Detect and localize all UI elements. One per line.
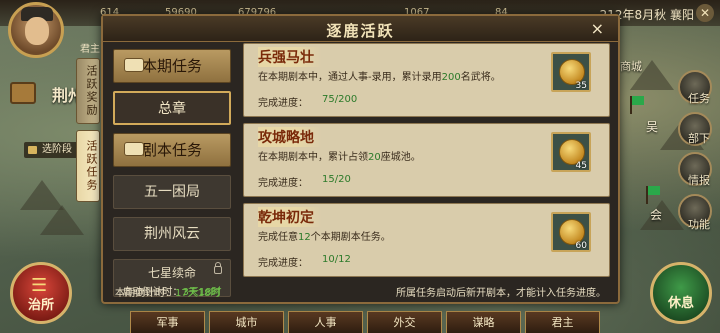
close-icon[interactable]: × — [591, 19, 604, 38]
menu-script-tasks[interactable]: 剧本任务 — [113, 133, 231, 167]
intel-label: 情报 — [688, 174, 710, 187]
tab-activity-tasks[interactable]: 活跃任务 — [76, 130, 100, 202]
face-icon — [25, 17, 49, 45]
bottom-military-button[interactable]: 军事 — [130, 311, 205, 333]
bottom-personnel-button[interactable]: 人事 — [288, 311, 363, 333]
task-card: 兵强马壮 在本期剧本中，通过人事-录用，累计录用200名武将。 完成进度： 75… — [243, 43, 610, 117]
reward-count: 45 — [575, 161, 587, 171]
task-list[interactable]: 兵强马壮 在本期剧本中，通过人事-录用，累计录用200名武将。 完成进度： 75… — [243, 43, 610, 280]
lord-label: 君主 — [80, 44, 100, 55]
task-category-menu: 本期任务 总章 剧本任务 五一困局 荆州风云 七星续命 启动倒计时：3天18时 — [113, 49, 231, 305]
task-title: 乾坤初定 — [258, 207, 322, 227]
bottom-menu-bar: 军事 城市 人事 外交 谋略 君主 — [130, 311, 600, 333]
reward-count: 60 — [575, 241, 587, 251]
reward-slot[interactable]: 60 — [551, 212, 591, 252]
task-progress-label: 完成进度： — [258, 178, 308, 189]
menu-script-2[interactable]: 荆州风云 — [113, 217, 231, 251]
menu-script-tasks-label: 剧本任务 — [141, 141, 202, 159]
city-label-meeting[interactable]: 会 — [650, 206, 662, 223]
city-label-wu[interactable]: 吴 — [646, 118, 658, 135]
task-card: 乾坤初定 完成任意12个本期剧本任务。 完成进度： 10/12 60 — [243, 203, 610, 277]
top-close-icon[interactable]: ✕ — [696, 4, 714, 22]
season-countdown: 本期倒计时：17天18时 — [115, 288, 221, 299]
scroll-icon — [124, 142, 144, 156]
task-label: 任务 — [688, 92, 710, 105]
task-progress-value: 15/20 — [322, 174, 351, 185]
bottom-diplomacy-button[interactable]: 外交 — [367, 311, 442, 333]
govern-icon: ☰ — [31, 275, 48, 296]
lord-avatar[interactable] — [8, 2, 64, 58]
locked-script-name: 七星续命 — [147, 266, 196, 280]
task-title: 攻城略地 — [258, 127, 322, 147]
task-progress-label: 完成进度： — [258, 258, 308, 269]
reward-count: 35 — [575, 81, 587, 91]
rest-label: 休息 — [667, 296, 694, 311]
green-flag-icon — [646, 186, 660, 204]
reward-slot[interactable]: 45 — [551, 132, 591, 172]
chest-icon[interactable] — [10, 82, 36, 104]
menu-script-1[interactable]: 五一困局 — [113, 175, 231, 209]
task-description: 在本期剧本中，通过人事-录用，累计录用200名武将。 — [258, 72, 501, 83]
select-rank-button[interactable]: 选阶段 — [24, 142, 78, 158]
dialog-header: 逐鹿活跃 × — [103, 16, 618, 42]
govern-label: 治所 — [27, 298, 54, 313]
menu-current-tasks-label: 本期任务 — [141, 57, 202, 75]
task-card: 攻城略地 在本期剧本中，累计占领20座城池。 完成进度： 15/20 45 — [243, 123, 610, 197]
bottom-lord-button[interactable]: 君主 — [525, 311, 600, 333]
dialog-body: 本期任务 总章 剧本任务 五一困局 荆州风云 七星续命 启动倒计时：3天18时 … — [103, 43, 618, 298]
menu-general-chapter[interactable]: 总章 — [113, 91, 231, 125]
task-description: 在本期剧本中，累计占领20座城池。 — [258, 152, 421, 163]
lock-icon — [214, 262, 222, 274]
bottom-city-button[interactable]: 城市 — [209, 311, 284, 333]
activity-dialog: 逐鹿活跃 × 本期任务 总章 剧本任务 五一困局 荆州风云 七星续命 启动倒计时… — [101, 14, 620, 304]
staff-label: 部下 — [688, 132, 710, 145]
menu-current-tasks[interactable]: 本期任务 — [113, 49, 231, 83]
task-progress-value: 10/12 — [322, 254, 351, 265]
scroll-icon — [124, 58, 144, 72]
rest-button[interactable]: 休息 — [650, 262, 712, 324]
dialog-title: 逐鹿活跃 — [326, 22, 395, 40]
tab-activity-rewards[interactable]: 活跃奖励 — [76, 58, 100, 124]
task-description: 完成任意12个本期剧本任务。 — [258, 232, 391, 243]
task-progress-label: 完成进度： — [258, 98, 308, 109]
task-progress-value: 75/200 — [322, 94, 358, 105]
task-title: 兵强马壮 — [258, 47, 322, 67]
function-label: 功能 — [688, 218, 710, 231]
footer-note: 所属任务启动后新开剧本，才能计入任务进度。 — [396, 288, 606, 299]
dialog-footer: 本期倒计时：17天18时 所属任务启动后新开剧本，才能计入任务进度。 — [103, 280, 618, 302]
reward-slot[interactable]: 35 — [551, 52, 591, 92]
govern-button[interactable]: ☰ 治所 — [10, 262, 72, 324]
shop-label[interactable]: 商城 — [620, 58, 642, 74]
green-flag-icon — [630, 96, 644, 114]
bottom-strategy-button[interactable]: 谋略 — [446, 311, 521, 333]
